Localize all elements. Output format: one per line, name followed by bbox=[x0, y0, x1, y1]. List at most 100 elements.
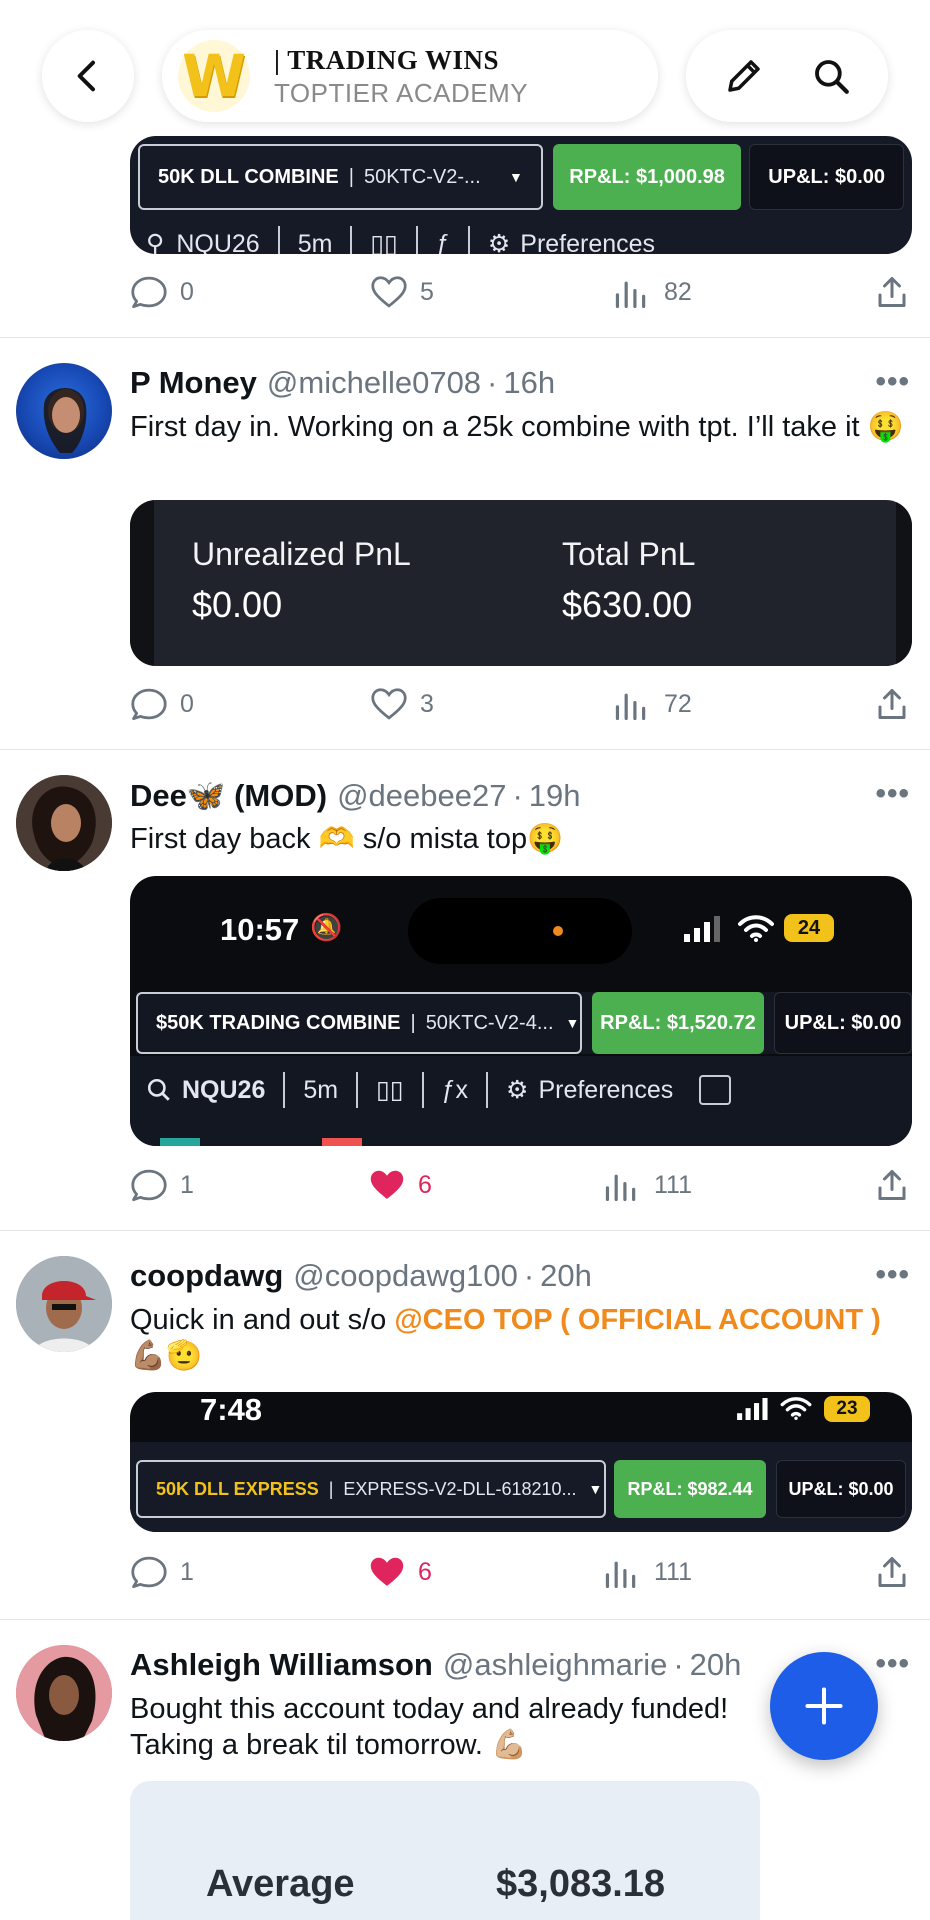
battery-indicator: 24 bbox=[784, 914, 834, 942]
views-button[interactable]: 82 bbox=[612, 272, 692, 312]
avatar[interactable] bbox=[16, 775, 112, 871]
signal-icon bbox=[736, 1398, 772, 1425]
checkbox-icon bbox=[699, 1075, 732, 1105]
views-button[interactable]: 111 bbox=[602, 1165, 692, 1205]
share-icon bbox=[878, 1170, 906, 1200]
plus-icon bbox=[805, 1687, 843, 1725]
pencil-icon[interactable] bbox=[723, 55, 765, 97]
realized-pnl-badge: RP&L: $1,520.72 bbox=[592, 992, 764, 1054]
post-actions: 0 5 82 bbox=[130, 272, 912, 312]
like-button[interactable]: 6 bbox=[368, 1165, 432, 1205]
views-chart-icon bbox=[605, 1561, 636, 1588]
post-media-trading-screenshot[interactable]: 7:48 23 50K DLL EXPRESS | EXPRESS-V2-DLL… bbox=[130, 1392, 912, 1532]
share-icon bbox=[878, 1557, 906, 1587]
reply-button[interactable]: 0 bbox=[130, 684, 194, 724]
gear-icon: ⚙ bbox=[487, 230, 511, 254]
post-text: Bought this account today and already fu… bbox=[130, 1693, 729, 1761]
realized-pnl-badge: RP&L: $982.44 bbox=[614, 1460, 766, 1518]
author-handle[interactable]: @coopdawg100 bbox=[293, 1258, 518, 1294]
author-handle[interactable]: @michelle0708 bbox=[267, 365, 481, 401]
chart-toolbar: ⚲ NQU26 5m ▯▯ ƒ ⚙ Preferences bbox=[146, 226, 655, 254]
account-selector: $50K TRADING COMBINE | 50KTC-V2-4... ▼ bbox=[136, 992, 582, 1054]
community-logo: W bbox=[178, 40, 250, 112]
like-button[interactable]: 5 bbox=[370, 272, 434, 312]
post-time: 19h bbox=[528, 777, 581, 813]
post[interactable]: Dee🦋 (MOD) @deebee27 · 19h ••• First day… bbox=[0, 751, 930, 1231]
status-clock: 10:57 bbox=[220, 912, 300, 947]
comment-icon bbox=[131, 276, 167, 309]
account-selector: 50K DLL COMBINE | 50KTC-V2-... ▼ bbox=[138, 144, 543, 210]
heart-outline-icon bbox=[371, 276, 407, 308]
more-options-icon[interactable]: ••• bbox=[875, 365, 910, 399]
average-label: Average bbox=[206, 1863, 355, 1905]
chevron-left-icon bbox=[77, 60, 95, 92]
candles-icon: ▯▯ bbox=[370, 230, 398, 254]
avatar[interactable] bbox=[16, 363, 112, 459]
unrealized-pnl-label: Unrealized PnL bbox=[192, 536, 411, 572]
share-button[interactable] bbox=[874, 272, 910, 312]
post-text: First day in. Working on a 25k combine w… bbox=[130, 411, 904, 443]
reply-button[interactable]: 0 bbox=[130, 272, 194, 312]
compose-button[interactable] bbox=[770, 1652, 878, 1760]
function-icon: ƒ bbox=[435, 229, 450, 255]
community-subtitle: TOPTIER ACADEMY bbox=[274, 77, 529, 108]
post-actions: 1 6 111 bbox=[130, 1552, 912, 1592]
views-button[interactable]: 111 bbox=[602, 1552, 692, 1592]
author-handle[interactable]: @ashleighmarie bbox=[443, 1647, 667, 1683]
back-button[interactable] bbox=[42, 30, 134, 122]
post[interactable]: coopdawg @coopdawg100 · 20h ••• Quick in… bbox=[0, 1232, 930, 1620]
views-chart-icon bbox=[605, 1174, 636, 1201]
post-time: 20h bbox=[689, 1647, 742, 1682]
post-media-trading-widget[interactable]: 50K DLL COMBINE | 50KTC-V2-... ▼ RP&L: $… bbox=[130, 136, 912, 254]
post-actions: 0 3 72 bbox=[130, 684, 912, 724]
post-media-trading-screenshot[interactable]: 10:57 🔕 24 $50K TRADING COMBINE | 50KTC-… bbox=[130, 876, 912, 1146]
author-handle[interactable]: @deebee27 bbox=[337, 778, 506, 814]
signal-icon bbox=[684, 916, 724, 947]
total-pnl-value: $630.00 bbox=[562, 584, 693, 625]
search-icon[interactable] bbox=[810, 55, 852, 97]
post[interactable]: P Money @michelle0708 · 16h ••• First da… bbox=[0, 339, 930, 750]
heart-filled-icon bbox=[370, 1557, 404, 1586]
more-options-icon[interactable]: ••• bbox=[875, 777, 910, 811]
avatar[interactable] bbox=[16, 1256, 112, 1352]
like-button[interactable]: 6 bbox=[368, 1552, 432, 1592]
share-button[interactable] bbox=[874, 684, 910, 724]
more-options-icon[interactable]: ••• bbox=[875, 1647, 910, 1681]
comment-icon bbox=[131, 1556, 167, 1589]
post-text: First day back 🫶 s/o mista top🤑 bbox=[130, 823, 564, 855]
realized-pnl-badge: RP&L: $1,000.98 bbox=[552, 144, 742, 210]
post-text: Quick in and out s/o @CEO TOP ( OFFICIAL… bbox=[130, 1304, 881, 1372]
views-chart-icon bbox=[615, 281, 646, 308]
search-icon: ⚲ bbox=[146, 230, 165, 254]
mention-link[interactable]: @CEO TOP ( OFFICIAL ACCOUNT ) bbox=[394, 1304, 880, 1336]
unrealized-pnl-badge: UP&L: $0.00 bbox=[749, 144, 905, 210]
battery-indicator: 23 bbox=[824, 1396, 870, 1422]
header-actions bbox=[686, 30, 888, 122]
more-options-icon[interactable]: ••• bbox=[875, 1258, 910, 1292]
search-icon bbox=[147, 1078, 170, 1101]
author-name[interactable]: coopdawg bbox=[130, 1258, 283, 1294]
reply-button[interactable]: 1 bbox=[130, 1165, 194, 1205]
views-button[interactable]: 72 bbox=[612, 684, 692, 724]
share-button[interactable] bbox=[874, 1165, 910, 1205]
share-button[interactable] bbox=[874, 1552, 910, 1592]
post-actions: 1 6 111 bbox=[130, 1165, 912, 1205]
post-media-pnl-card[interactable]: Unrealized PnL $0.00 Total PnL $630.00 bbox=[130, 500, 912, 666]
author-name[interactable]: Ashleigh Williamson bbox=[130, 1647, 433, 1683]
community-title-pill[interactable]: W | TRADING WINS TOPTIER ACADEMY bbox=[162, 30, 658, 122]
dynamic-island bbox=[408, 898, 632, 964]
caret-down-icon: ▼ bbox=[588, 1481, 603, 1497]
views-chart-icon bbox=[615, 693, 646, 720]
status-clock: 7:48 bbox=[200, 1392, 263, 1427]
post-time: 16h bbox=[503, 365, 556, 400]
post-time: 20h bbox=[540, 1258, 592, 1293]
post-media-stats-card[interactable]: Average $3,083.18 bbox=[130, 1781, 760, 1920]
avatar[interactable] bbox=[16, 1645, 112, 1741]
unrealized-pnl-badge: UP&L: $0.00 bbox=[774, 992, 912, 1054]
author-name[interactable]: P Money bbox=[130, 365, 257, 401]
author-name[interactable]: Dee🦋 (MOD) bbox=[130, 777, 327, 814]
reply-button[interactable]: 1 bbox=[130, 1552, 194, 1592]
silent-bell-icon: 🔕 bbox=[310, 912, 343, 942]
wifi-icon bbox=[738, 914, 774, 949]
like-button[interactable]: 3 bbox=[370, 684, 434, 724]
